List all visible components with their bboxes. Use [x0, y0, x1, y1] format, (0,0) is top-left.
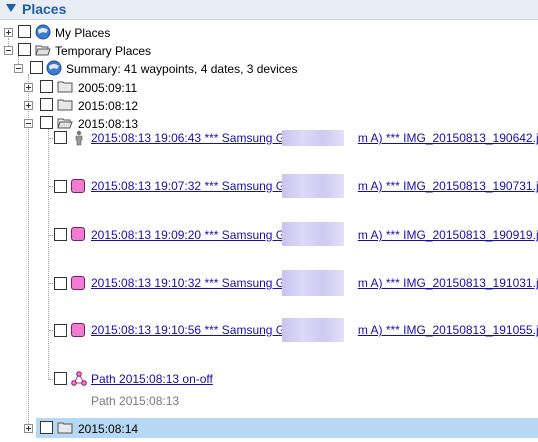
folder-2015-08-14-checkbox[interactable]	[40, 421, 53, 434]
pink-square-icon	[71, 227, 85, 241]
path-checkbox[interactable]	[54, 372, 67, 385]
places-panel-header[interactable]: Places	[0, 0, 538, 20]
expand-my-places[interactable]	[4, 28, 13, 37]
earth-icon	[46, 60, 62, 76]
summary-label[interactable]: Summary: 41 waypoints, 4 dates, 3 device…	[66, 61, 297, 77]
redaction-blur	[282, 222, 344, 246]
waypoint-link-suffix: m A) *** IMG_20150813_190731.jpg	[357, 179, 538, 193]
temporary-places-label[interactable]: Temporary Places	[55, 43, 151, 59]
path-link[interactable]: Path 2015:08:13 on-off	[91, 371, 213, 387]
collapse-folder-2015-08-13[interactable]	[24, 119, 33, 128]
item-checkbox[interactable]	[54, 277, 67, 290]
pink-square-icon	[71, 276, 85, 290]
waypoint-link-prefix: 2015:08:13 19:09:20 *** Samsung GT-	[91, 228, 296, 242]
path-icon	[71, 371, 87, 386]
expand-folder-2015-08-12[interactable]	[24, 101, 33, 110]
waypoint-link-prefix: 2015:08:13 19:07:32 *** Samsung GT-	[91, 179, 296, 193]
folder-icon	[57, 422, 73, 434]
folder-label[interactable]: 2015:08:14	[78, 421, 138, 437]
person-icon	[75, 130, 83, 146]
redaction-blur	[282, 174, 344, 198]
temporary-places-checkbox[interactable]	[18, 43, 31, 56]
item-checkbox[interactable]	[54, 180, 67, 193]
waypoint-link-prefix: 2015:08:13 19:10:32 *** Samsung GT-	[91, 276, 296, 290]
folder-2005-09-11-checkbox[interactable]	[40, 80, 53, 93]
redaction-blur	[282, 318, 344, 342]
waypoint-link-prefix: 2015:08:13 19:06:43 *** Samsung GT-	[91, 131, 296, 145]
expand-folder-2005-09-11[interactable]	[24, 83, 33, 92]
my-places-checkbox[interactable]	[18, 25, 31, 38]
redaction-blur	[282, 130, 344, 146]
item-checkbox[interactable]	[54, 228, 67, 241]
open-folder-icon	[35, 45, 51, 56]
earth-icon	[35, 24, 51, 40]
panel-title: Places	[22, 1, 67, 17]
waypoint-link-suffix: m A) *** IMG_20150813_191055.jpg	[357, 323, 538, 337]
waypoint-link-suffix: m A) *** IMG_20150813_190642.jpg	[357, 131, 538, 145]
folder-icon	[57, 81, 73, 93]
folder-label[interactable]: 2005:09:11	[78, 80, 137, 96]
collapse-arrow-icon[interactable]	[6, 4, 16, 12]
folder-2015-08-12-checkbox[interactable]	[40, 98, 53, 111]
my-places-label[interactable]: My Places	[55, 25, 110, 41]
folder-2015-08-13-checkbox[interactable]	[40, 116, 53, 129]
pink-square-icon	[71, 179, 85, 193]
collapse-temporary-places[interactable]	[4, 46, 13, 55]
redaction-blur	[282, 270, 344, 296]
tree-line	[48, 128, 49, 380]
item-checkbox[interactable]	[54, 324, 67, 337]
open-folder-icon	[57, 118, 73, 129]
waypoint-link-suffix: m A) *** IMG_20150813_191031.jpg	[357, 276, 538, 290]
waypoint-link-suffix: m A) *** IMG_20150813_190919.jpg	[357, 228, 538, 242]
collapse-summary[interactable]	[14, 64, 23, 73]
expand-folder-2015-08-14[interactable]	[24, 424, 33, 433]
waypoint-link-prefix: 2015:08:13 19:10:56 *** Samsung GT-	[91, 323, 296, 337]
item-checkbox[interactable]	[54, 131, 67, 144]
pink-square-icon	[71, 323, 85, 337]
folder-icon	[57, 99, 73, 111]
folder-label[interactable]: 2015:08:12	[78, 98, 138, 114]
summary-checkbox[interactable]	[30, 61, 43, 74]
path-description: Path 2015:08:13	[91, 394, 180, 408]
